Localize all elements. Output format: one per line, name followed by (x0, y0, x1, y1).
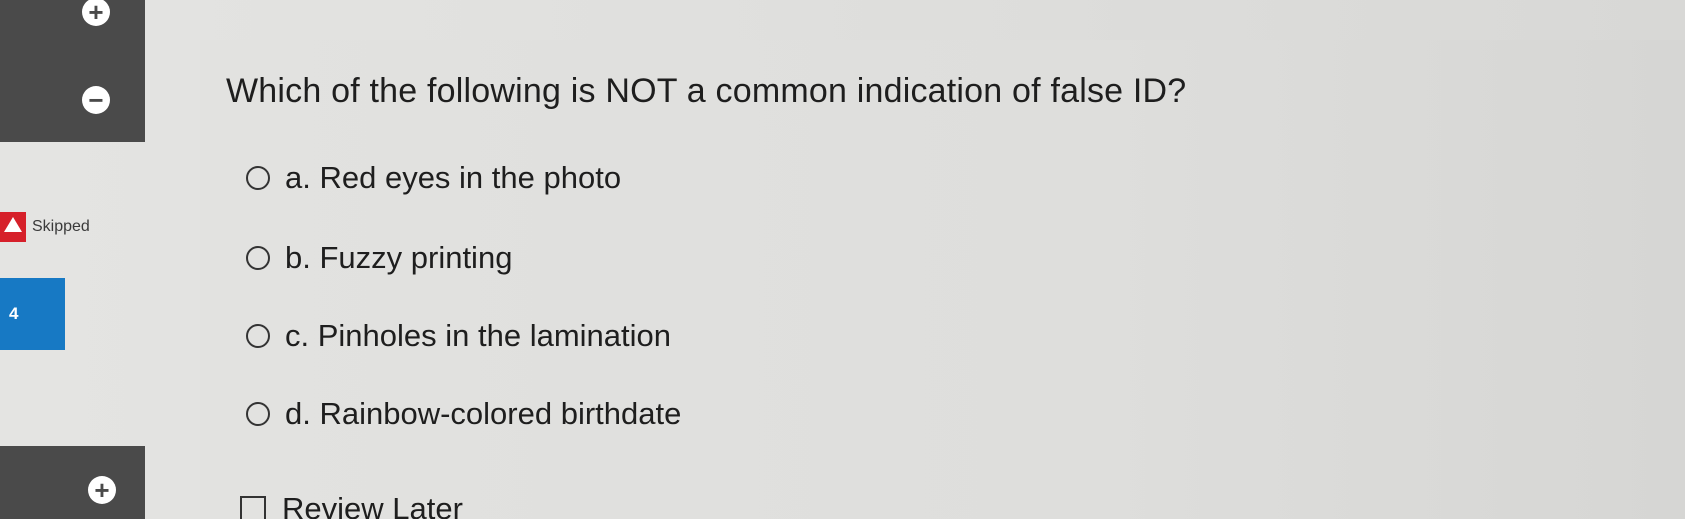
answer-option-d[interactable]: d. Rainbow-colored birthdate (246, 396, 681, 432)
option-label: c. Pinholes in the lamination (285, 318, 672, 353)
review-later-label: Review Later (282, 491, 463, 519)
answer-option-a[interactable]: a. Red eyes in the photo (246, 160, 621, 196)
radio-button[interactable] (246, 166, 270, 190)
plus-icon[interactable]: + (88, 476, 116, 504)
radio-button[interactable] (246, 324, 270, 348)
nav-panel-top (0, 0, 145, 142)
minus-icon[interactable]: − (82, 86, 110, 114)
question-text: Which of the following is NOT a common i… (226, 72, 1187, 110)
warning-icon (0, 212, 26, 242)
review-later-checkbox[interactable]: Review Later (240, 492, 463, 519)
option-label: a. Red eyes in the photo (285, 160, 622, 195)
radio-button[interactable] (246, 402, 270, 426)
option-label: d. Rainbow-colored birthdate (285, 396, 682, 431)
radio-button[interactable] (246, 246, 270, 270)
question-number-tab[interactable]: 4 (0, 278, 65, 350)
skipped-status: Skipped (0, 212, 90, 242)
checkbox-icon[interactable] (240, 496, 266, 519)
question-panel (200, 40, 1685, 519)
skipped-label: Skipped (32, 218, 90, 235)
nav-panel-bottom (0, 446, 145, 519)
option-label: b. Fuzzy printing (285, 240, 513, 275)
answer-option-c[interactable]: c. Pinholes in the lamination (246, 318, 671, 354)
answer-option-b[interactable]: b. Fuzzy printing (246, 240, 512, 276)
quiz-page: + − Skipped 4 + Which of the following i… (0, 0, 1685, 519)
